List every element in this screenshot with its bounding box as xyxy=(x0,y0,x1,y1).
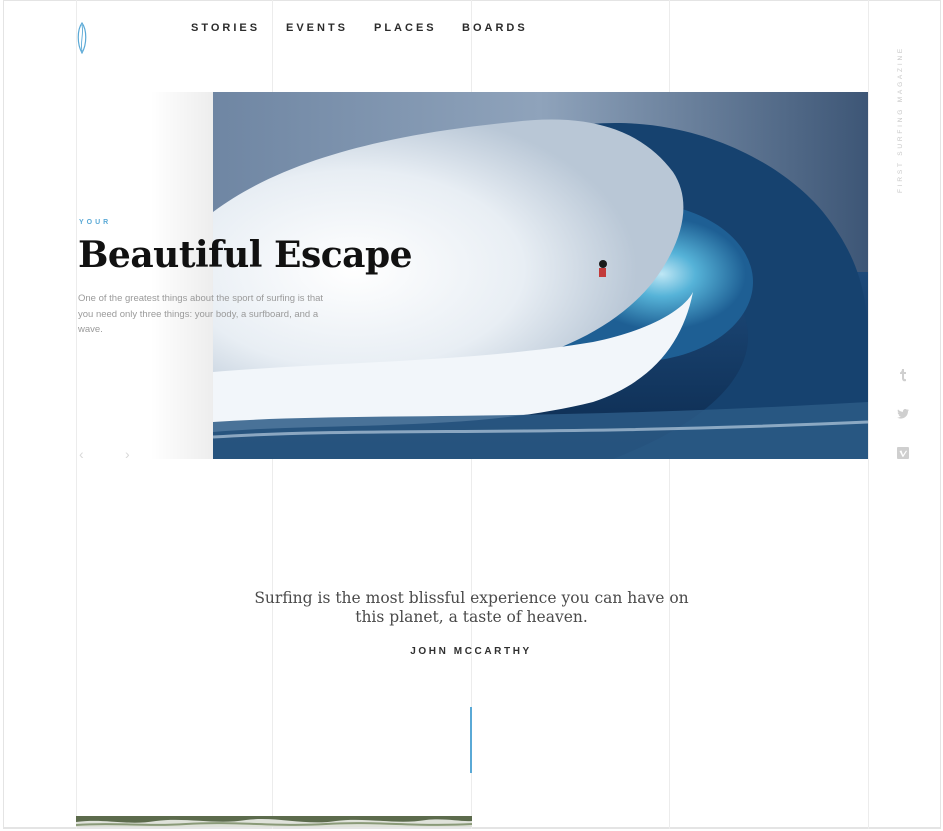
twitter-icon[interactable] xyxy=(896,407,910,421)
next-section-image xyxy=(76,815,472,827)
quote-author-row: JOHN MCCARTHY xyxy=(0,646,943,657)
accent-divider xyxy=(470,707,472,773)
hero-description: One of the greatest things about the spo… xyxy=(78,293,324,335)
chevron-left-icon[interactable]: ‹ xyxy=(79,446,84,462)
vertical-tagline: FIRST SURFING MAGAZINE xyxy=(897,45,904,193)
hero-eyebrow: YOUR xyxy=(79,219,112,226)
nav-item-stories[interactable]: STORIES xyxy=(191,22,260,34)
hero-title: Beautiful Escape xyxy=(78,234,413,276)
surfboard-logo-icon[interactable] xyxy=(74,21,90,55)
tumblr-icon[interactable] xyxy=(896,368,910,382)
nav-item-boards[interactable]: BOARDS xyxy=(462,22,528,34)
quote-author: JOHN MCCARTHY xyxy=(410,646,532,657)
vimeo-icon[interactable] xyxy=(896,446,910,460)
chevron-right-icon[interactable]: › xyxy=(125,446,130,462)
grid-line xyxy=(868,0,869,829)
grid-line xyxy=(76,0,77,829)
nav-item-events[interactable]: EVENTS xyxy=(286,22,348,34)
nav-item-places[interactable]: PLACES xyxy=(374,22,437,34)
quote-text: Surfing is the most blissful experience … xyxy=(254,589,689,626)
